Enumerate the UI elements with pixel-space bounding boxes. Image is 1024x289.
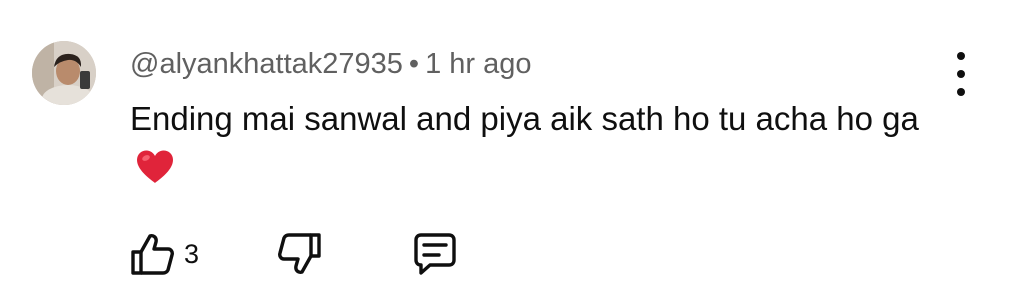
heart-icon	[137, 150, 173, 183]
comment-text-content: Ending mai sanwal and piya aik sath ho t…	[130, 100, 919, 137]
more-vertical-icon-dot	[957, 70, 965, 78]
reply-button[interactable]	[412, 232, 458, 276]
meta-separator: •	[408, 48, 420, 80]
thumbs-up-icon	[131, 234, 174, 275]
thumbs-down-icon	[278, 233, 321, 274]
timestamp[interactable]: 1 hr ago	[425, 48, 531, 80]
like-count: 3	[184, 238, 200, 269]
more-vertical-icon-dot	[957, 88, 965, 96]
reply-comment-icon	[414, 233, 456, 275]
comment-meta: @alyankhattak27935 • 1 hr ago	[130, 44, 532, 84]
author-name[interactable]: @alyankhattak27935	[130, 48, 403, 80]
comment-text: Ending mai sanwal and piya aik sath ho t…	[130, 94, 950, 199]
avatar-image	[32, 41, 96, 105]
comment-item: @alyankhattak27935 • 1 hr ago Ending mai s…	[0, 0, 1024, 289]
like-button[interactable]: 3	[130, 232, 199, 276]
more-options-button[interactable]	[946, 52, 976, 96]
heart-emoji	[134, 149, 176, 199]
more-vertical-icon-dot	[957, 52, 965, 60]
avatar[interactable]	[32, 41, 96, 105]
dislike-button[interactable]	[276, 232, 322, 276]
